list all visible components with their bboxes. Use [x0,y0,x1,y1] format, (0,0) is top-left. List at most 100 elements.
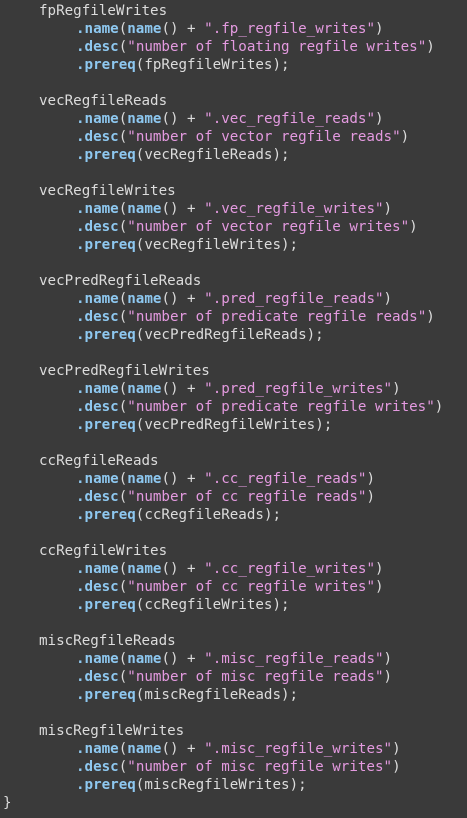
prereq-method: .prereq [76,237,136,253]
operator: () + [161,21,205,37]
stat-suffix-string: .fp_regfile_writes [212,21,367,37]
quote: " [127,129,136,145]
close-paren-semicolon: ); [281,687,299,703]
operator: () + [161,651,205,667]
stat-identifier: fpRegfileWrites [39,3,168,19]
code-line-stat-name: ccRegfileReads [0,452,467,470]
name-function: name [127,471,162,487]
code-line-desc-call: .desc("number of vector regfile writes") [0,218,467,236]
stat-description-string: number of predicate regfile reads [135,309,418,325]
code-line-name-call: .name(name() + ".vec_regfile_writes") [0,200,467,218]
desc-method: .desc [76,39,119,55]
prereq-method: .prereq [76,147,136,163]
operator: () + [161,741,205,757]
quote: " [204,471,213,487]
prereq-argument: vecRegfileReads [144,147,273,163]
desc-method: .desc [76,489,119,505]
operator: () + [161,111,205,127]
code-line-name-call: .name(name() + ".misc_regfile_writes") [0,740,467,758]
name-function: name [127,291,162,307]
code-line-name-call: .name(name() + ".vec_regfile_reads") [0,110,467,128]
prereq-argument: fpRegfileWrites [144,57,273,73]
prereq-method: .prereq [76,57,136,73]
close-paren: ) [366,471,376,487]
quote: " [204,111,213,127]
stat-description-string: number of vector regfile writes [135,219,401,235]
code-line-name-call: .name(name() + ".fp_regfile_writes") [0,20,467,38]
stat-identifier: ccRegfileReads [39,453,159,469]
close-paren: ) [383,651,393,667]
close-paren: ) [409,219,418,235]
close-paren: ) [426,309,435,325]
name-function: name [127,21,162,37]
code-editor[interactable]: fpRegfileWrites .name(name() + ".fp_regfi… [0,0,467,818]
quote: " [204,651,213,667]
code-line-prereq-call: .prereq(ccRegfileWrites); [0,596,467,614]
open-paren: ( [118,219,128,235]
name-method: .name [76,21,119,37]
code-line-prereq-call: .prereq(vecPredRegfileReads); [0,326,467,344]
code-line-desc-call: .desc("number of misc regfile reads") [0,668,467,686]
quote: " [204,561,213,577]
quote: " [366,561,375,577]
stat-suffix-string: .misc_regfile_reads [212,651,375,667]
code-line-desc-call: .desc("number of cc regfile writes") [0,578,467,596]
quote: " [374,669,384,685]
open-paren: ( [118,309,128,325]
stat-description-string: number of cc regfile writes [135,579,367,595]
prereq-method: .prereq [76,327,136,343]
stat-suffix-string: .pred_regfile_reads [212,291,375,307]
code-line-prereq-call: .prereq(vecRegfileWrites); [0,236,467,254]
desc-method: .desc [76,399,119,415]
quote: " [127,489,136,505]
code-line-stat-name: ccRegfileWrites [0,542,467,560]
code-line-desc-call: .desc("number of cc regfile reads") [0,488,467,506]
stat-identifier: vecRegfileReads [39,93,168,109]
stat-suffix-string: .cc_regfile_reads [212,471,358,487]
close-paren: ) [392,741,401,757]
quote: " [383,759,393,775]
name-method: .name [76,561,119,577]
stat-description-string: number of predicate regfile writes [135,399,427,415]
close-paren: ) [434,399,444,415]
quote: " [383,741,393,757]
prereq-method: .prereq [76,597,136,613]
open-paren: ( [118,579,128,595]
code-line-stat-name: vecRegfileReads [0,92,467,110]
close-paren: ) [383,291,393,307]
code-line-prereq-call: .prereq(miscRegfileReads); [0,686,467,704]
operator: () + [161,561,205,577]
open-paren: ( [118,291,128,307]
operator: () + [161,201,205,217]
close-paren-semicolon: ); [272,597,290,613]
prereq-argument: ccRegfileReads [144,507,264,523]
desc-method: .desc [76,669,119,685]
stat-description-string: number of floating regfile writes [135,39,418,55]
stat-identifier: vecRegfileWrites [39,183,176,199]
close-paren-semicolon: ); [281,237,299,253]
quote: " [375,651,384,667]
desc-method: .desc [76,309,119,325]
operator: () + [161,381,205,397]
quote: " [127,39,136,55]
name-function: name [127,111,162,127]
stat-description-string: number of vector regfile reads [135,129,393,145]
stat-suffix-string: .vec_regfile_writes [212,201,375,217]
close-paren: ) [374,579,384,595]
close-paren-semicolon: ); [272,57,290,73]
name-method: .name [76,471,119,487]
code-line-name-call: .name(name() + ".misc_regfile_reads") [0,650,467,668]
close-paren: ) [383,201,393,217]
prereq-method: .prereq [76,507,136,523]
stat-suffix-string: .pred_regfile_writes [212,381,384,397]
prereq-argument: miscRegfileWrites [144,777,290,793]
code-line-desc-call: .desc("number of predicate regfile write… [0,398,467,416]
quote: " [204,201,213,217]
stat-identifier: vecPredRegfileReads [39,273,202,289]
